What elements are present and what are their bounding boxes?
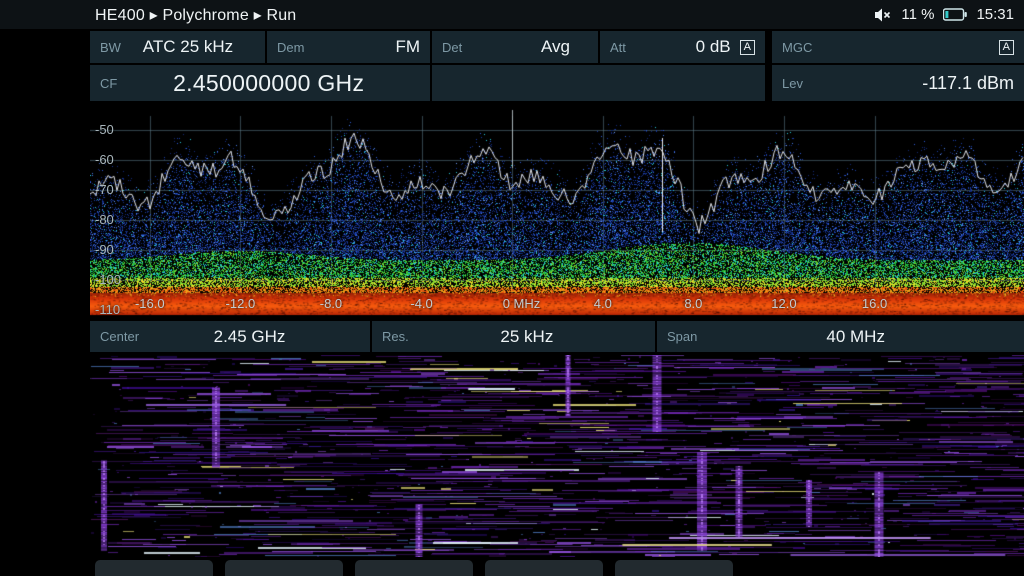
waterfall-canvas[interactable] (90, 355, 1024, 557)
y-tick: -50 (95, 122, 114, 137)
param-row-3: Center 2.45 GHz Res. 25 kHz Span 40 MHz (90, 321, 1024, 352)
resolution-label: Res. (382, 329, 409, 344)
mgc-label: MGC (782, 40, 812, 55)
x-tick: -8.0 (320, 296, 342, 311)
detector-field[interactable]: Det Avg (432, 31, 598, 63)
attenuation-auto-badge: A (740, 40, 755, 55)
demodulation-value: FM (304, 37, 420, 57)
resolution-value: 25 kHz (409, 327, 645, 347)
center-frequency-value: 2.450000000 GHz (117, 70, 420, 97)
spectrum-display[interactable]: -50 -60 -70 -80 -90 -100 -110 -16.0 -12.… (90, 104, 1024, 318)
waterfall-display[interactable] (90, 355, 1024, 557)
resolution-field[interactable]: Res. 25 kHz (372, 321, 655, 352)
softkey-1[interactable] (95, 560, 213, 576)
mgc-field[interactable]: MGC A (772, 31, 1024, 63)
he400-polychrome-screen: HE400 ▸ Polychrome ▸ Run 11 % 15:31 (0, 0, 1024, 576)
center-frequency-label: CF (100, 76, 117, 91)
softkey-4[interactable] (485, 560, 603, 576)
y-tick: -110 (95, 302, 120, 317)
speaker-muted-icon (874, 7, 892, 23)
softkey-5[interactable] (615, 560, 733, 576)
attenuation-label: Att (610, 40, 626, 55)
demodulation-field[interactable]: Dem FM (267, 31, 430, 63)
y-tick: -60 (95, 152, 114, 167)
mgc-auto-badge: A (999, 40, 1014, 55)
param-row-1: BW ATC 25 kHz Dem FM Det Avg Att 0 dB A … (90, 31, 1024, 63)
x-tick: 0 MHz (503, 296, 541, 311)
y-tick: -90 (95, 242, 114, 257)
center-value: 2.45 GHz (139, 327, 360, 347)
bandwidth-value: ATC 25 kHz (121, 37, 255, 57)
status-right-cluster: 11 % 15:31 (874, 6, 1014, 23)
level-field[interactable]: Lev -117.1 dBm (772, 65, 1024, 101)
clock: 15:31 (976, 6, 1014, 23)
y-tick: -100 (95, 272, 121, 287)
spectrum-canvas[interactable] (90, 104, 1024, 318)
center-frequency-field[interactable]: CF 2.450000000 GHz (90, 65, 430, 101)
battery-icon (943, 8, 967, 21)
demodulation-label: Dem (277, 40, 304, 55)
x-tick: 16.0 (862, 296, 887, 311)
x-tick: -4.0 (410, 296, 432, 311)
detector-label: Det (442, 40, 462, 55)
x-tick: -12.0 (226, 296, 256, 311)
y-tick: -80 (95, 212, 114, 227)
center-field[interactable]: Center 2.45 GHz (90, 321, 370, 352)
x-tick: 4.0 (594, 296, 612, 311)
span-value: 40 MHz (697, 327, 1014, 347)
softkey-bar (90, 560, 1024, 576)
status-bar: HE400 ▸ Polychrome ▸ Run 11 % 15:31 (0, 0, 1024, 29)
x-tick: -16.0 (135, 296, 165, 311)
y-tick: -70 (95, 182, 114, 197)
level-label: Lev (782, 76, 803, 91)
softkey-3[interactable] (355, 560, 473, 576)
x-tick: 8.0 (684, 296, 702, 311)
attenuation-value: 0 dB (626, 37, 731, 57)
battery-percent: 11 % (901, 6, 934, 23)
bandwidth-label: BW (100, 40, 121, 55)
span-field[interactable]: Span 40 MHz (657, 321, 1024, 352)
softkey-2[interactable] (225, 560, 343, 576)
center-label: Center (100, 329, 139, 344)
bandwidth-field[interactable]: BW ATC 25 kHz (90, 31, 265, 63)
breadcrumb[interactable]: HE400 ▸ Polychrome ▸ Run (95, 5, 296, 25)
param-row-2: CF 2.450000000 GHz Lev -117.1 dBm (90, 65, 1024, 101)
x-tick: 12.0 (771, 296, 796, 311)
level-value: -117.1 dBm (803, 73, 1014, 94)
empty-field (432, 65, 765, 101)
span-label: Span (667, 329, 697, 344)
detector-value: Avg (462, 37, 588, 57)
attenuation-field[interactable]: Att 0 dB A (600, 31, 765, 63)
